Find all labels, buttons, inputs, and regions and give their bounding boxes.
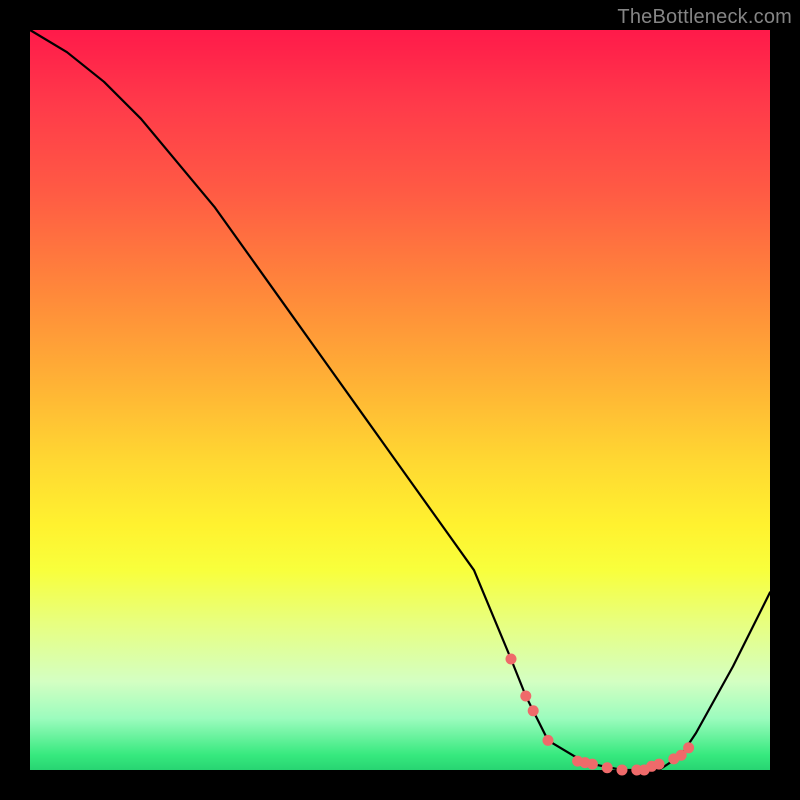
chart-svg bbox=[30, 30, 770, 770]
highlight-point bbox=[506, 654, 517, 665]
highlight-point bbox=[520, 691, 531, 702]
chart-container: TheBottleneck.com bbox=[0, 0, 800, 800]
highlight-points bbox=[506, 654, 695, 776]
highlight-point bbox=[683, 742, 694, 753]
highlight-point bbox=[602, 762, 613, 773]
plot-area bbox=[30, 30, 770, 770]
highlight-point bbox=[654, 759, 665, 770]
highlight-point bbox=[543, 735, 554, 746]
highlight-point bbox=[587, 759, 598, 770]
highlight-point bbox=[528, 705, 539, 716]
bottleneck-curve bbox=[30, 30, 770, 770]
highlight-point bbox=[617, 765, 628, 776]
watermark-label: TheBottleneck.com bbox=[617, 6, 792, 29]
